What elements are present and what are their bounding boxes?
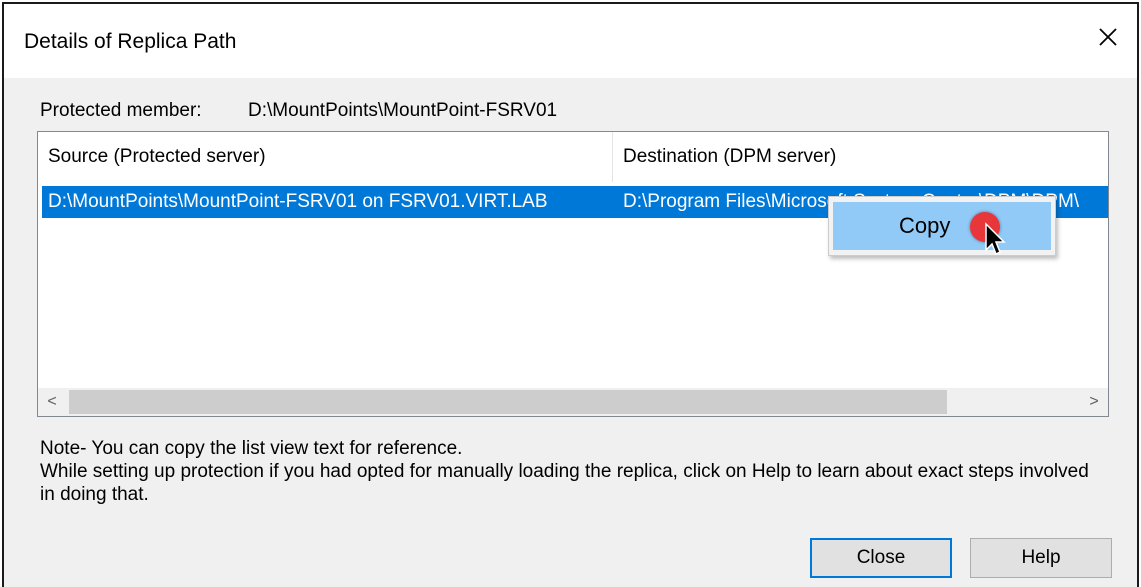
note-line-1: Note- You can copy the list view text fo… [40,438,463,459]
context-menu: Copy [828,196,1056,256]
context-menu-copy[interactable]: Copy [833,202,1051,250]
protected-member-row: Protected member: D:\MountPoints\MountPoi… [40,100,557,122]
horizontal-scrollbar[interactable]: < > [38,388,1108,416]
replica-list-view[interactable]: Source (Protected server) Destination (D… [37,131,1109,417]
scroll-left-icon[interactable]: < [38,388,66,416]
close-button[interactable]: Close [810,538,952,578]
column-header-source[interactable]: Source (Protected server) [38,132,613,182]
protected-member-label: Protected member: [40,100,202,121]
note-text: Note- You can copy the list view text fo… [40,437,1100,506]
scrollbar-thumb[interactable] [69,390,947,414]
scroll-right-icon[interactable]: > [1080,388,1108,416]
title-bar: Details of Replica Path [4,4,1137,78]
dialog-title: Details of Replica Path [24,30,237,53]
list-header: Source (Protected server) Destination (D… [38,132,1108,182]
help-button[interactable]: Help [970,538,1112,578]
note-line-2: While setting up protection if you had o… [40,461,1089,505]
mouse-pointer-icon [984,222,1008,258]
cell-source: D:\MountPoints\MountPoint-FSRV01 on FSRV… [48,191,548,212]
replica-path-dialog: Details of Replica Path Protected member… [2,2,1139,587]
column-header-destination[interactable]: Destination (DPM server) [613,132,1108,182]
close-icon[interactable] [1093,22,1123,52]
protected-member-value: D:\MountPoints\MountPoint-FSRV01 [248,100,558,121]
